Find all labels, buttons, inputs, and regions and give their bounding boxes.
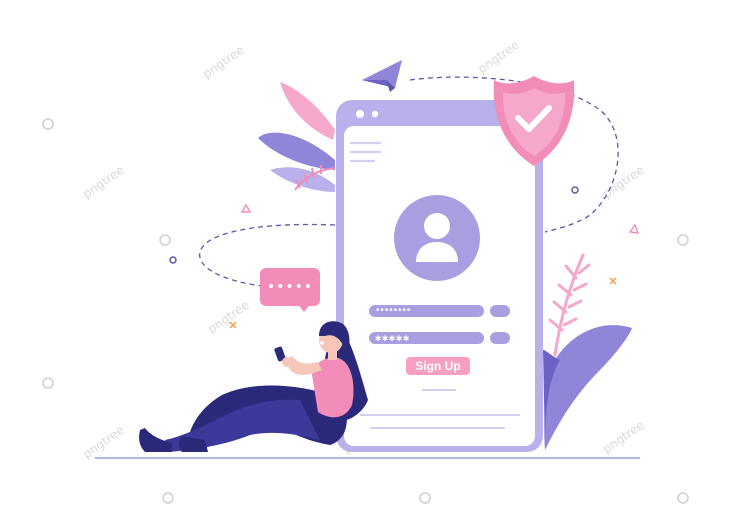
password-field[interactable]: ✱✱✱✱✱	[369, 332, 484, 344]
user-avatar-icon	[394, 195, 480, 281]
paper-plane-icon	[362, 60, 402, 92]
username-field-addon	[490, 305, 510, 317]
illustration-stage: pngtree pngtree pngtree pngtree pngtree …	[0, 0, 735, 518]
woman-figure	[139, 321, 368, 452]
username-field[interactable]: ••••••••	[369, 305, 484, 317]
scene-art	[42, 60, 689, 504]
password-field-addon	[490, 332, 510, 344]
chat-bubble: •••••	[260, 268, 320, 306]
phone-screen	[344, 126, 535, 446]
chat-bubble-tail	[296, 302, 312, 312]
sign-up-button[interactable]: Sign Up	[406, 357, 470, 375]
